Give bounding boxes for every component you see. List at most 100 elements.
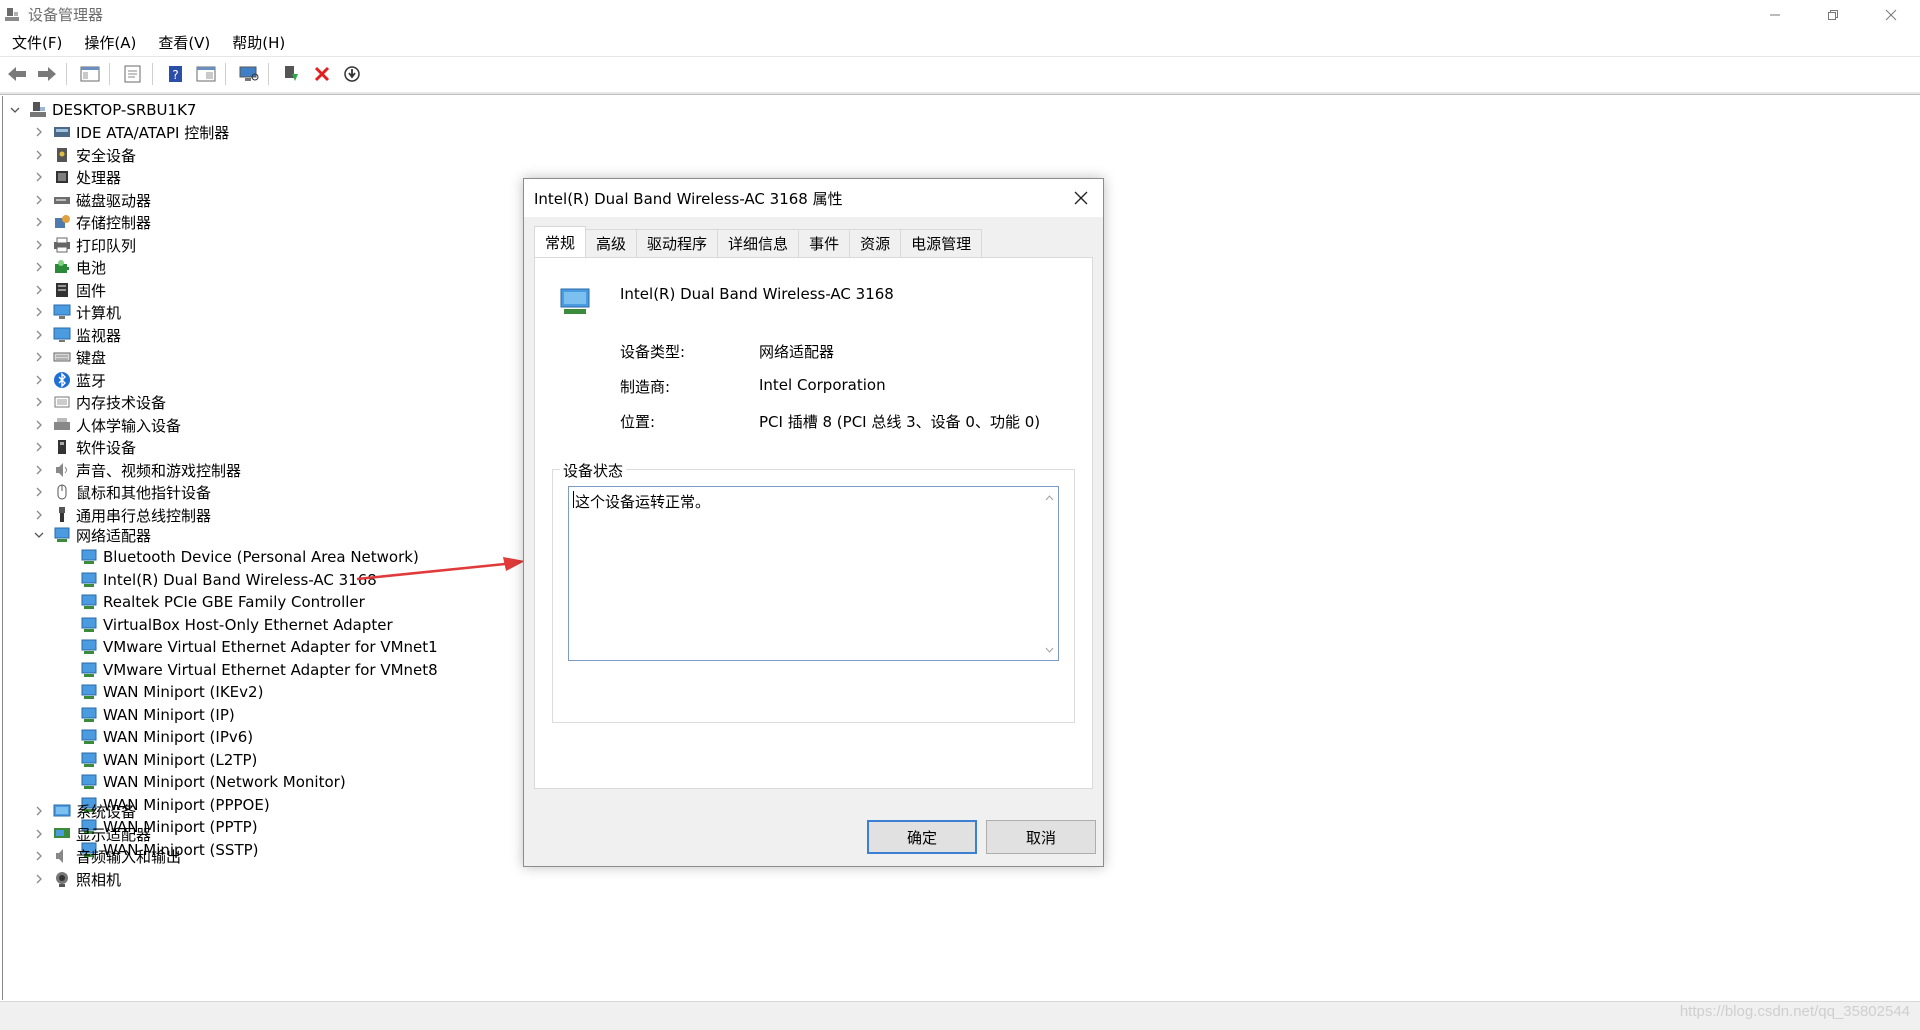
menu-help[interactable]: 帮助(H): [220, 32, 295, 53]
chevron-right-icon[interactable]: [33, 391, 45, 413]
tree-category-after-3[interactable]: 照相机: [33, 868, 121, 890]
tree-category-label: 显示适配器: [76, 825, 152, 844]
chevron-right-icon[interactable]: [33, 459, 45, 481]
menu-file[interactable]: 文件(F): [0, 32, 72, 53]
device-status-textbox[interactable]: 这个设备运转正常。: [568, 486, 1059, 661]
dialog-title-bar: Intel(R) Dual Band Wireless-AC 3168 属性: [524, 179, 1103, 217]
tree-device-item[interactable]: WAN Miniport (IKEv2): [80, 681, 263, 703]
chevron-right-icon[interactable]: [33, 189, 45, 211]
tree-device-label: VirtualBox Host-Only Ethernet Adapter: [103, 616, 393, 634]
properties-icon[interactable]: [120, 61, 146, 87]
scroll-up-icon[interactable]: [1041, 489, 1058, 506]
chevron-right-icon[interactable]: [33, 121, 45, 143]
view-icon[interactable]: [193, 61, 219, 87]
tree-category-network-adapters[interactable]: 网络适配器: [33, 524, 151, 546]
scroll-down-icon[interactable]: [1041, 641, 1058, 658]
tree-category-12[interactable]: 内存技术设备: [33, 391, 166, 413]
tree-category-8[interactable]: 计算机: [33, 301, 121, 323]
tab-driver[interactable]: 驱动程序: [636, 229, 719, 257]
uninstall-device-icon[interactable]: [309, 61, 335, 87]
ok-button[interactable]: 确定: [867, 820, 977, 854]
menu-action[interactable]: 操作(A): [72, 32, 146, 53]
dialog-close-button[interactable]: [1069, 186, 1093, 210]
tree-category-11[interactable]: 蓝牙: [33, 369, 106, 391]
status-scrollbar[interactable]: [1041, 487, 1058, 660]
restore-button[interactable]: [1804, 0, 1862, 29]
chevron-right-icon[interactable]: [33, 144, 45, 166]
tree-category-7[interactable]: 固件: [33, 279, 106, 301]
tree-category-9[interactable]: 监视器: [33, 324, 121, 346]
chevron-right-icon[interactable]: [33, 504, 45, 526]
tree-category-17[interactable]: 通用串行总线控制器: [33, 504, 211, 526]
tree-device-item[interactable]: VMware Virtual Ethernet Adapter for VMne…: [80, 636, 438, 658]
chevron-right-icon[interactable]: [33, 436, 45, 458]
chevron-right-icon[interactable]: [33, 166, 45, 188]
tree-category-5[interactable]: 打印队列: [33, 234, 136, 256]
tab-events[interactable]: 事件: [798, 229, 851, 257]
minimize-button[interactable]: [1746, 0, 1804, 29]
cancel-button[interactable]: 取消: [986, 820, 1096, 854]
tree-category-15[interactable]: 声音、视频和游戏控制器: [33, 459, 241, 481]
tree-root[interactable]: DESKTOP-SRBU1K7: [9, 99, 196, 121]
chevron-right-icon[interactable]: [33, 346, 45, 368]
menu-view[interactable]: 查看(V): [146, 32, 220, 53]
chevron-right-icon[interactable]: [33, 211, 45, 233]
chevron-down-icon[interactable]: [33, 524, 45, 546]
tree-category-after-2[interactable]: 音频输入和输出: [33, 845, 181, 867]
tree-device-item[interactable]: VMware Virtual Ethernet Adapter for VMne…: [80, 659, 438, 681]
memory-device-icon: [53, 393, 71, 411]
printer-icon: [53, 236, 71, 254]
tree-device-item[interactable]: Intel(R) Dual Band Wireless-AC 3168: [80, 569, 377, 591]
enable-device-icon[interactable]: [339, 61, 365, 87]
network-adapter-icon: [80, 751, 98, 769]
tab-advanced[interactable]: 高级: [585, 229, 638, 257]
tree-device-label: Intel(R) Dual Band Wireless-AC 3168: [103, 571, 377, 589]
tree-category-2[interactable]: 处理器: [33, 166, 121, 188]
chevron-right-icon[interactable]: [33, 481, 45, 503]
chevron-right-icon[interactable]: [33, 800, 45, 822]
tree-category-14[interactable]: 软件设备: [33, 436, 136, 458]
tree-category-3[interactable]: 磁盘驱动器: [33, 189, 151, 211]
tree-device-item[interactable]: WAN Miniport (IPv6): [80, 726, 253, 748]
chevron-right-icon[interactable]: [33, 414, 45, 436]
chevron-right-icon[interactable]: [33, 823, 45, 845]
update-driver-icon[interactable]: [279, 61, 305, 87]
close-button[interactable]: [1862, 0, 1920, 29]
tab-power-management[interactable]: 电源管理: [900, 229, 983, 257]
chevron-right-icon[interactable]: [33, 234, 45, 256]
chevron-right-icon[interactable]: [33, 301, 45, 323]
tree-device-item[interactable]: WAN Miniport (IP): [80, 704, 235, 726]
scan-hardware-icon[interactable]: [236, 61, 262, 87]
chevron-right-icon[interactable]: [33, 845, 45, 867]
forward-icon[interactable]: [34, 61, 60, 87]
tree-category-16[interactable]: 鼠标和其他指针设备: [33, 481, 211, 503]
chevron-right-icon[interactable]: [33, 868, 45, 890]
tree-category-4[interactable]: 存储控制器: [33, 211, 151, 233]
show-hide-console-tree-icon[interactable]: [77, 61, 103, 87]
tree-category-10[interactable]: 键盘: [33, 346, 106, 368]
tree-category-1[interactable]: 安全设备: [33, 144, 136, 166]
tree-category-label: 打印队列: [76, 236, 137, 255]
tree-device-item[interactable]: WAN Miniport (L2TP): [80, 749, 257, 771]
tree-device-item[interactable]: Realtek PCIe GBE Family Controller: [80, 591, 365, 613]
tree-category-13[interactable]: 人体学输入设备: [33, 414, 181, 436]
chevron-right-icon[interactable]: [33, 256, 45, 278]
tree-category-label: 内存技术设备: [76, 393, 167, 412]
tree-category-0[interactable]: IDE ATA/ATAPI 控制器: [33, 121, 229, 143]
tab-resources[interactable]: 资源: [849, 229, 902, 257]
help-icon[interactable]: ?: [163, 61, 189, 87]
chevron-right-icon[interactable]: [33, 369, 45, 391]
tree-category-label: 固件: [76, 281, 107, 300]
chevron-right-icon[interactable]: [33, 279, 45, 301]
tree-device-item[interactable]: WAN Miniport (Network Monitor): [80, 771, 346, 793]
tree-device-item[interactable]: VirtualBox Host-Only Ethernet Adapter: [80, 614, 393, 636]
tab-details[interactable]: 详细信息: [717, 229, 800, 257]
tree-category-6[interactable]: 电池: [33, 256, 106, 278]
tree-category-after-0[interactable]: 系统设备: [33, 800, 136, 822]
tab-general[interactable]: 常规: [534, 226, 587, 257]
tree-category-after-1[interactable]: 显示适配器: [33, 823, 151, 845]
device-status-group: 这个设备运转正常。: [552, 469, 1075, 723]
chevron-down-icon[interactable]: [9, 99, 21, 121]
back-icon[interactable]: [4, 61, 30, 87]
chevron-right-icon[interactable]: [33, 324, 45, 346]
